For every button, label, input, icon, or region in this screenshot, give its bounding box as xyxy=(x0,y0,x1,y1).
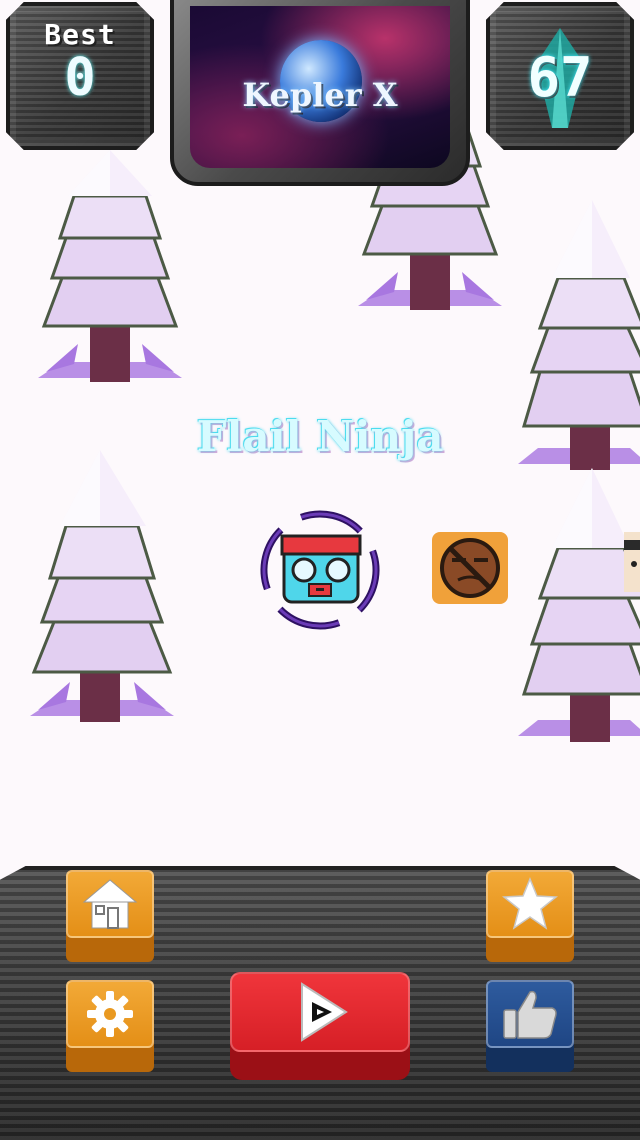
best-score-panel: Best 0 xyxy=(6,2,154,150)
snowy-tree xyxy=(30,450,174,722)
locked-character[interactable] xyxy=(432,532,508,604)
thumbs-up-icon xyxy=(503,990,557,1039)
kepler-x-banner[interactable]: Kepler X xyxy=(170,0,470,186)
rate-button[interactable] xyxy=(486,870,574,962)
next-character-preview[interactable] xyxy=(624,532,640,592)
selected-character-ninja[interactable] xyxy=(258,508,382,632)
button-face xyxy=(230,972,410,1052)
snowy-tree xyxy=(518,468,640,742)
button-face xyxy=(486,870,574,938)
button-face xyxy=(66,870,154,938)
play-icon xyxy=(301,982,348,1042)
star-icon xyxy=(502,877,558,930)
button-face xyxy=(66,980,154,1048)
play-button[interactable] xyxy=(230,972,410,1082)
gear-icon xyxy=(87,991,133,1037)
game-title: Flail Ninja xyxy=(196,412,444,461)
snowy-tree xyxy=(518,200,640,470)
best-score-value: 0 xyxy=(64,48,96,108)
home-button[interactable] xyxy=(66,870,154,962)
home-icon xyxy=(82,879,138,929)
button-face xyxy=(486,980,574,1048)
kepler-banner-screen: Kepler X xyxy=(190,6,450,168)
settings-button[interactable] xyxy=(66,980,154,1072)
snowy-tree xyxy=(38,150,182,382)
banner-title: Kepler X xyxy=(242,76,398,114)
gem-count-panel: 67 xyxy=(486,2,634,150)
best-label: Best xyxy=(44,18,116,51)
gem-count-value: 67 xyxy=(527,46,593,109)
like-button[interactable] xyxy=(486,980,574,1072)
